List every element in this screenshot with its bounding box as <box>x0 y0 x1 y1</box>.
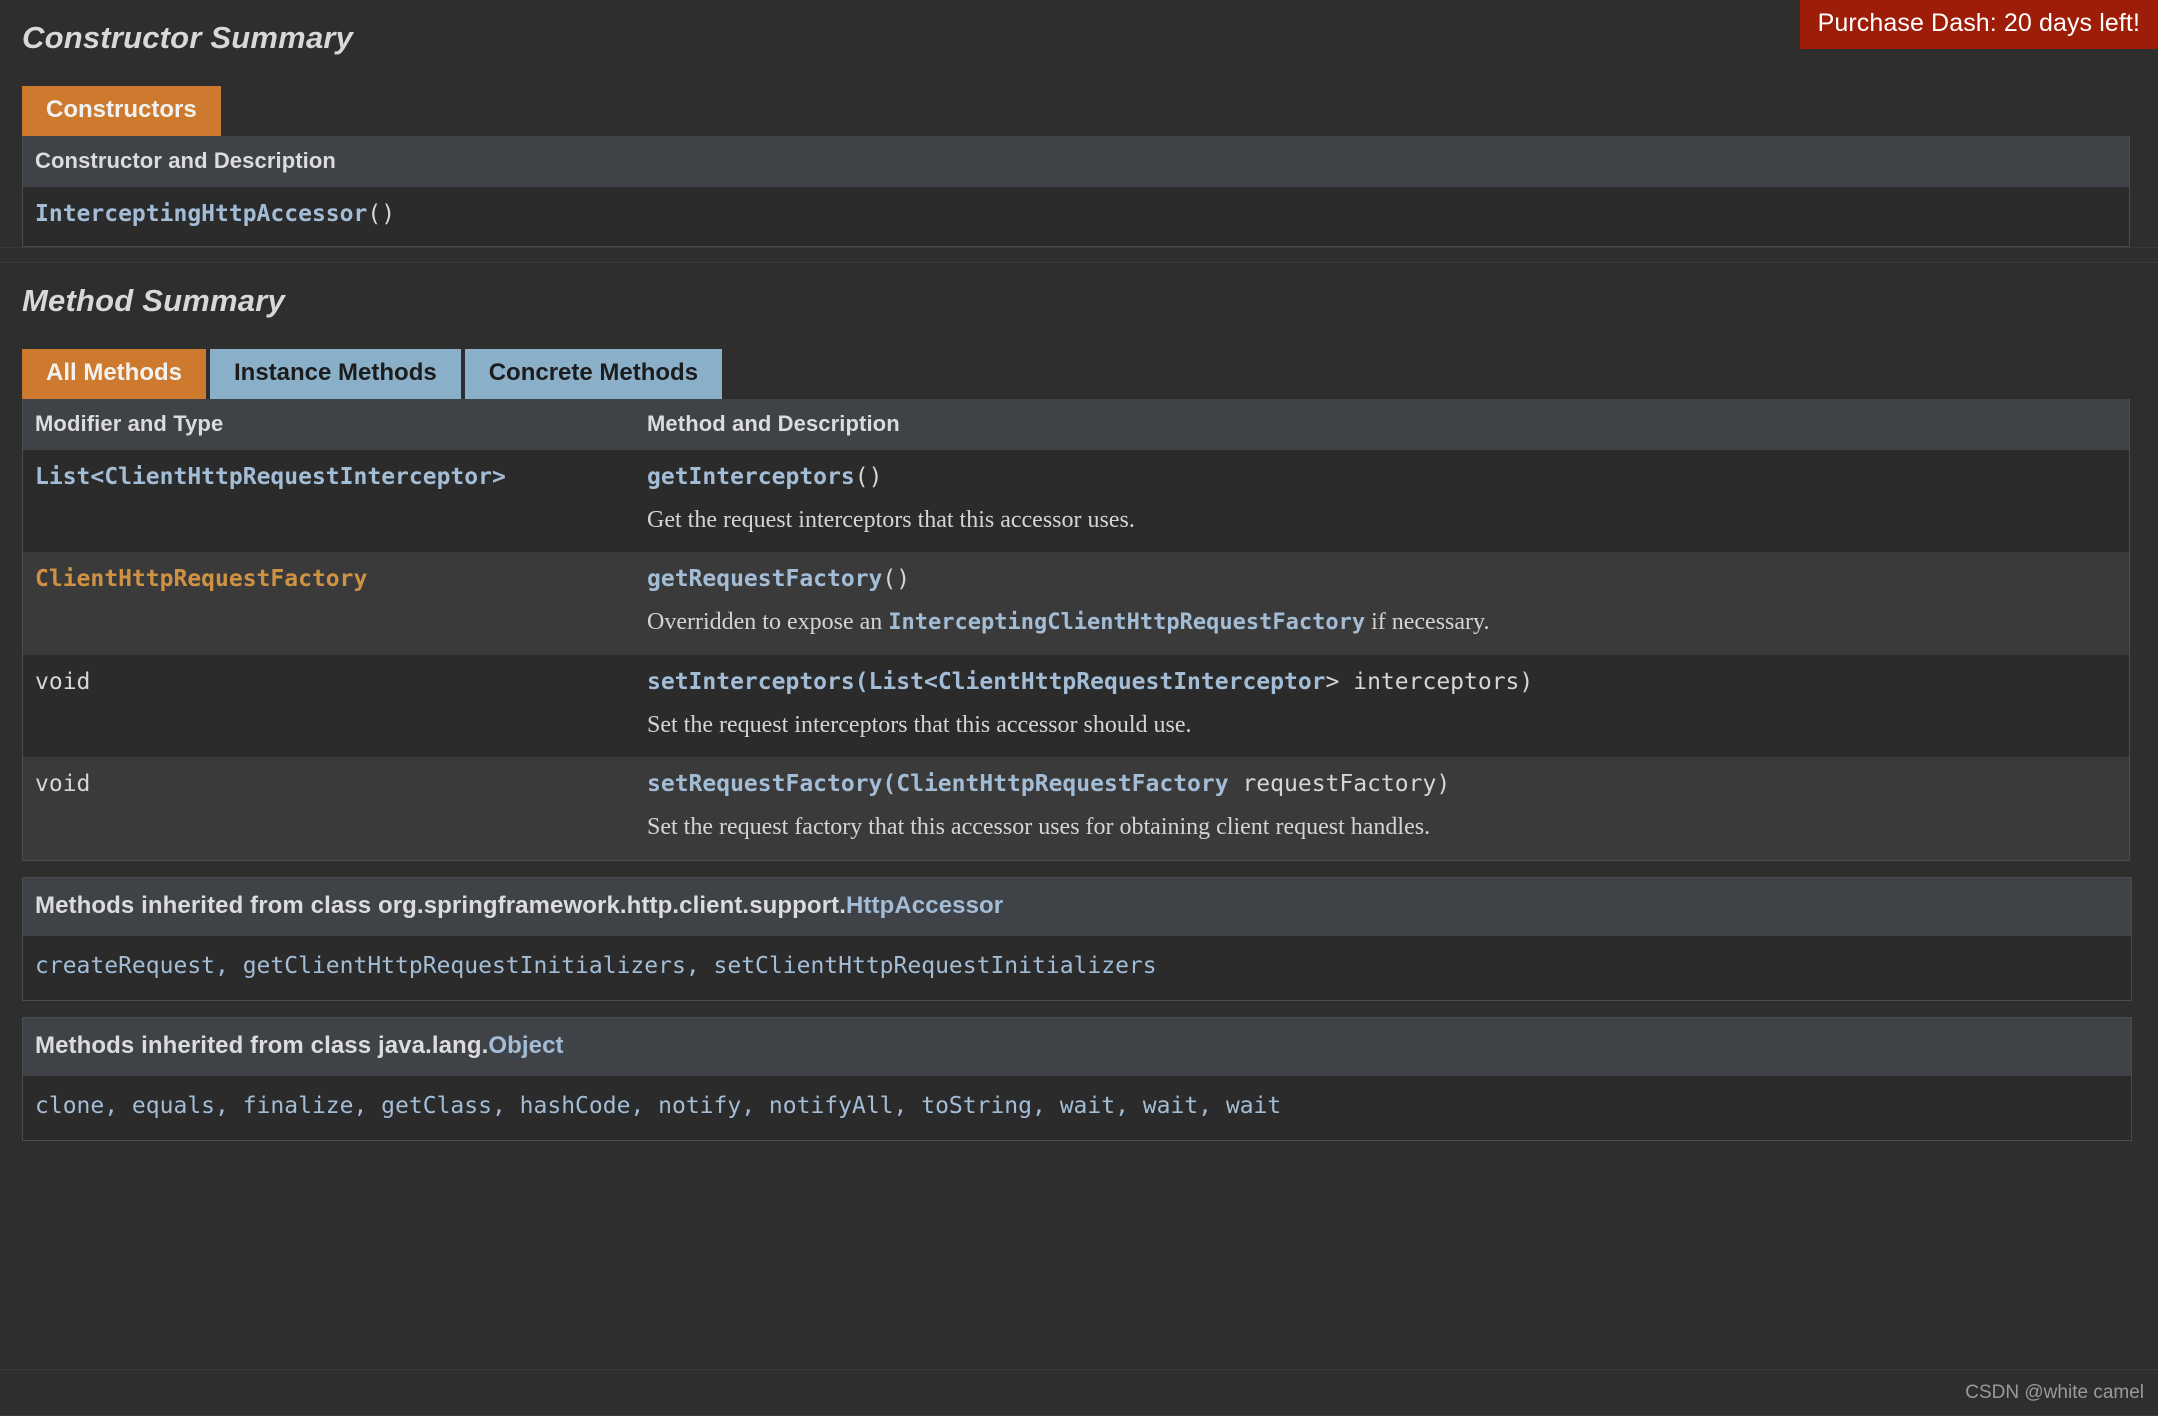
tab-concrete-methods[interactable]: Concrete Methods <box>464 348 723 399</box>
csdn-watermark: CSDN @white camel <box>1965 1382 2144 1403</box>
table-row: void setRequestFactory(ClientHttpRequest… <box>22 757 2130 861</box>
method-description: Overridden to expose an InterceptingClie… <box>647 607 2117 639</box>
method-description-cell: setInterceptors(List<ClientHttpRequestIn… <box>635 654 2130 758</box>
method-type-cell: void <box>22 757 635 861</box>
method-summary-table: Modifier and Type Method and Description… <box>22 398 2130 861</box>
inherited-heading: Methods inherited from class org.springf… <box>23 877 2131 936</box>
inherited-methods-httpaccessor: Methods inherited from class org.springf… <box>22 876 2132 1001</box>
description-text-before: Set the request factory that this access… <box>647 814 1431 841</box>
method-params: () <box>854 463 883 490</box>
table-row: ClientHttpRequestFactory getRequestFacto… <box>22 552 2130 655</box>
method-description-cell: getRequestFactory() Overridden to expose… <box>635 552 2130 655</box>
method-param-type-link[interactable]: ClientHttpRequestInterceptor <box>938 669 1326 695</box>
tab-instance-methods[interactable]: Instance Methods <box>210 348 461 399</box>
table-row: InterceptingHttpAccessor() <box>22 186 2130 247</box>
method-param-type-link[interactable]: ClientHttpRequestFactory <box>896 771 1228 797</box>
method-return-type: List<ClientHttpRequestInterceptor> <box>35 464 506 490</box>
method-signature: getInterceptors() <box>647 464 882 490</box>
method-return-type: ClientHttpRequestFactory <box>35 566 367 592</box>
inherited-heading-text: Methods inherited from class org.springf… <box>35 891 846 919</box>
method-name-link[interactable]: getRequestFactory <box>647 566 882 592</box>
tab-constructors[interactable]: Constructors <box>22 86 221 136</box>
method-name-link[interactable]: getInterceptors <box>647 464 855 490</box>
inherited-heading: Methods inherited from class java.lang.O… <box>23 1017 2131 1076</box>
inherited-methods-object: Methods inherited from class java.lang.O… <box>22 1016 2132 1141</box>
method-type-cell: void <box>22 654 635 758</box>
section-divider <box>0 246 2158 263</box>
table-row: void setInterceptors(List<ClientHttpRequ… <box>22 654 2130 758</box>
tab-all-methods[interactable]: All Methods <box>22 348 206 399</box>
inherited-method-list[interactable]: createRequest, getClientHttpRequestIniti… <box>23 935 2131 1000</box>
type-prefix: List< <box>35 463 105 490</box>
method-params: ( <box>882 771 897 798</box>
method-name-link[interactable]: setInterceptors <box>647 669 855 695</box>
javadoc-page: Purchase Dash: 20 days left! Constructor… <box>0 0 2158 1416</box>
type-suffix: > <box>491 463 506 490</box>
method-return-type: void <box>35 668 91 695</box>
method-summary-title: Method Summary <box>22 282 285 318</box>
method-signature: setInterceptors(List<ClientHttpRequestIn… <box>647 669 1533 695</box>
constructor-tabs: Constructors <box>0 86 2144 136</box>
footer-divider <box>0 1369 2158 1370</box>
table-header-row: Modifier and Type Method and Description <box>22 398 2130 450</box>
method-return-type: void <box>35 771 91 798</box>
method-signature: getRequestFactory() <box>647 566 910 592</box>
inherited-class-link[interactable]: HttpAccessor <box>846 892 1003 919</box>
method-type-cell: List<ClientHttpRequestInterceptor> <box>22 449 635 553</box>
method-description: Get the request interceptors that this a… <box>647 505 2117 537</box>
inherited-heading-text: Methods inherited from class java.lang. <box>35 1031 489 1059</box>
table-header-row: Constructor and Description <box>22 135 2130 187</box>
description-text-after: if necessary. <box>1365 609 1490 636</box>
inherited-method-list[interactable]: clone, equals, finalize, getClass, hashC… <box>23 1075 2131 1140</box>
description-text-before: Set the request interceptors that this a… <box>647 711 1192 738</box>
purchase-dash-banner[interactable]: Purchase Dash: 20 days left! <box>1799 0 2158 49</box>
method-description-cell: getInterceptors() Get the request interc… <box>635 449 2130 553</box>
method-param-tail: requestFactory) <box>1228 771 1451 798</box>
inherited-class-link[interactable]: Object <box>488 1032 563 1059</box>
description-text-before: Overridden to expose an <box>647 609 889 636</box>
method-param-tail: > interceptors) <box>1325 668 1534 695</box>
method-params: (List< <box>854 668 938 695</box>
method-description: Set the request factory that this access… <box>647 812 2117 844</box>
constructor-cell: InterceptingHttpAccessor() <box>22 186 2130 247</box>
type-link[interactable]: ClientHttpRequestInterceptor <box>104 464 492 490</box>
column-header-modifier-and-type: Modifier and Type <box>22 398 635 450</box>
method-type-cell: ClientHttpRequestFactory <box>22 552 635 655</box>
method-description-cell: setRequestFactory(ClientHttpRequestFacto… <box>635 757 2130 861</box>
constructor-link[interactable]: InterceptingHttpAccessor <box>35 201 367 227</box>
type-link[interactable]: ClientHttpRequestFactory <box>35 566 367 592</box>
description-text-before: Get the request interceptors that this a… <box>647 506 1135 533</box>
description-link[interactable]: InterceptingClientHttpRequestFactory <box>888 610 1365 635</box>
constructor-signature: InterceptingHttpAccessor() <box>35 201 395 227</box>
table-row: List<ClientHttpRequestInterceptor> getIn… <box>22 449 2130 553</box>
method-description: Set the request interceptors that this a… <box>647 710 2117 742</box>
column-header-constructor-and-description: Constructor and Description <box>22 135 2130 187</box>
constructor-parens: () <box>367 200 396 227</box>
method-name-link[interactable]: setRequestFactory <box>647 771 882 797</box>
method-signature: setRequestFactory(ClientHttpRequestFacto… <box>647 771 1450 797</box>
method-tabs: All Methods Instance Methods Concrete Me… <box>0 348 2144 399</box>
method-params: () <box>882 566 911 593</box>
constructor-summary-table: Constructor and Description Intercepting… <box>22 135 2130 247</box>
method-summary-section: Method Summary All Methods Instance Meth… <box>0 262 2158 1141</box>
column-header-method-and-description: Method and Description <box>635 398 2130 450</box>
